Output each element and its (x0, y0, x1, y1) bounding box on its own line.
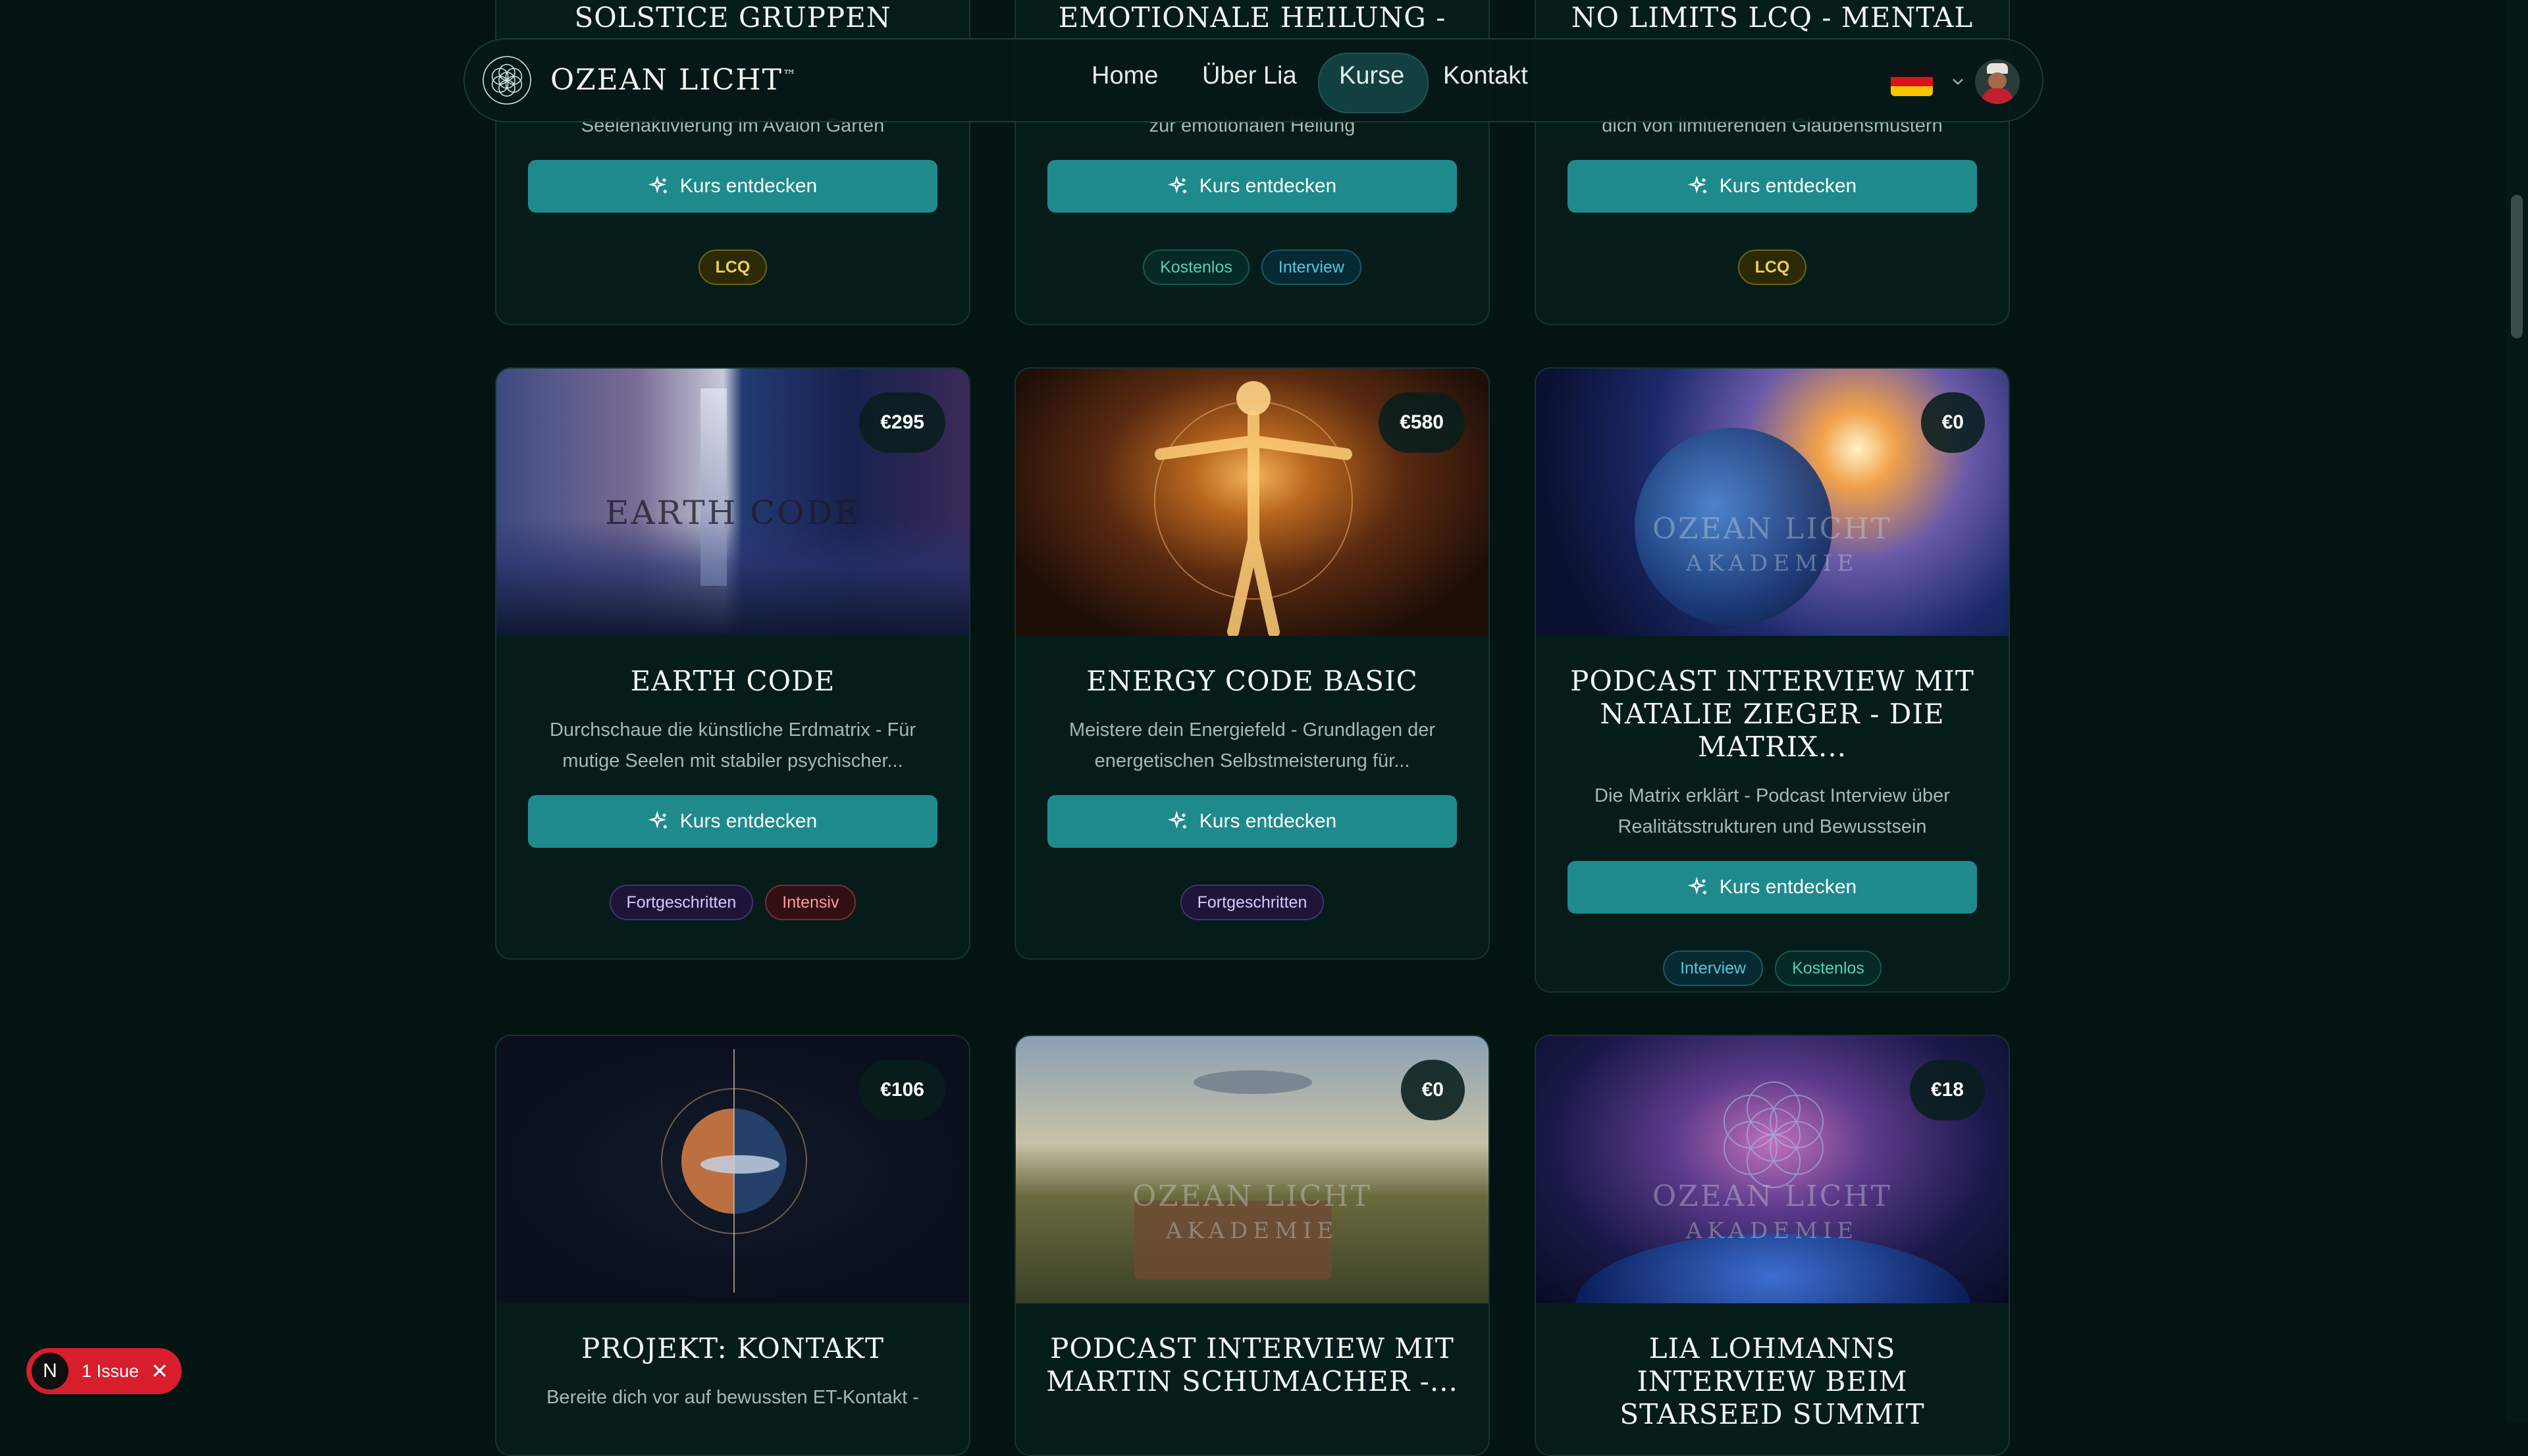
course-title: PROJEKT: KONTAKT (581, 1332, 885, 1365)
tag-list: Kostenlos Interview (1016, 249, 1488, 285)
course-title: PODCAST INTERVIEW MIT MARTIN SCHUMACHER … (1046, 1332, 1458, 1397)
course-description: Bereite dich vor auf bewussten ET-Kontak… (546, 1387, 919, 1408)
image-caption: AKADEMIE (1685, 550, 1859, 577)
course-image[interactable]: €580 (1016, 369, 1488, 636)
button-label: Kurs entdecken (679, 175, 818, 197)
tag-kostenlos: Kostenlos (1775, 950, 1882, 986)
course-description: Durchschaue die künstliche Erdmatrix - F… (549, 719, 916, 771)
chevron-down-icon[interactable] (1949, 72, 1967, 91)
course-card-podcast-martin-schumacher: OZEAN LICHT AKADEMIE €0 PODCAST INTERVIE… (1014, 1035, 1490, 1456)
close-icon[interactable]: ✕ (151, 1359, 169, 1384)
nav-link-kontakt[interactable]: Kontakt (1443, 62, 1528, 90)
sparkle-icon (1687, 877, 1706, 895)
course-title: SOLSTICE GRUPPEN (574, 1, 891, 34)
course-description: Meistere dein Energiefeld - Grundlagen d… (1068, 719, 1436, 771)
sparkle-icon (648, 176, 667, 194)
tag-intensiv: Intensiv (765, 885, 856, 920)
discover-course-button[interactable]: Kurs entdecken (1567, 861, 1977, 914)
scrollbar[interactable] (2506, 0, 2528, 1422)
price-badge: €0 (1920, 392, 1985, 453)
brand-name[interactable]: OZEAN LICHT™ (550, 63, 797, 97)
discover-course-button[interactable]: Kurs entdecken (528, 160, 937, 213)
course-title: NO LIMITS LCQ - MENTAL (1571, 1, 1974, 34)
tag-lcq: LCQ (698, 249, 768, 285)
sparkle-icon (1167, 811, 1186, 829)
button-label: Kurs entdecken (1719, 876, 1857, 898)
scrollbar-thumb[interactable] (2511, 195, 2523, 338)
image-caption: OZEAN LICHT (1652, 1180, 1892, 1213)
price-badge: €0 (1400, 1060, 1465, 1120)
image-caption: AKADEMIE (1685, 1218, 1859, 1244)
tag-interview: Interview (1261, 249, 1361, 285)
course-card-energy-code-basic: €580 ENERGY CODE BASIC Meistere dein Ene… (1014, 367, 1490, 960)
course-image[interactable]: OZEAN LICHT AKADEMIE €0 (1016, 1036, 1488, 1303)
nextjs-logo-icon: N (32, 1353, 68, 1390)
course-title: LIA LOHMANNS INTERVIEW BEIM STARSEED SUM… (1620, 1332, 1925, 1430)
tag-list: LCQ (1536, 249, 2009, 285)
discover-course-button[interactable]: Kurs entdecken (1567, 160, 1977, 213)
flower-of-life-logo-icon[interactable] (481, 54, 533, 107)
course-card-podcast-natalie-zieger: OZEAN LICHT AKADEMIE €0 PODCAST INTERVIE… (1535, 367, 2010, 993)
button-label: Kurs entdecken (1199, 810, 1337, 832)
page: SOLSTICE GRUPPEN Seelenaktivierung im Av… (0, 0, 2528, 1456)
image-caption: OZEAN LICHT (1652, 512, 1892, 546)
course-card-projekt-kontakt: €106 PROJEKT: KONTAKT Bereite dich vor a… (495, 1035, 970, 1456)
discover-course-button[interactable]: Kurs entdecken (528, 795, 937, 848)
button-label: Kurs entdecken (1719, 175, 1857, 197)
issue-badge[interactable]: N 1 Issue ✕ (26, 1348, 182, 1394)
tag-lcq: LCQ (1737, 249, 1807, 285)
tag-list: LCQ (496, 249, 969, 285)
discover-course-button[interactable]: Kurs entdecken (1047, 795, 1457, 848)
course-description: Die Matrix erklärt - Podcast Interview ü… (1594, 785, 1950, 837)
tag-interview: Interview (1663, 950, 1764, 986)
german-flag-icon[interactable] (1891, 67, 1933, 96)
tag-fortgeschritten: Fortgeschritten (609, 885, 754, 920)
nav-link-home[interactable]: Home (1092, 62, 1158, 90)
tag-kostenlos: Kostenlos (1143, 249, 1250, 285)
course-title: ENERGY CODE BASIC (1086, 665, 1418, 697)
course-image[interactable]: OZEAN LICHT AKADEMIE €18 (1536, 1036, 2009, 1303)
course-title: EARTH CODE (630, 665, 835, 697)
trademark: ™ (783, 66, 798, 83)
brand-name-text: OZEAN LICHT (550, 63, 783, 97)
price-badge: €580 (1379, 392, 1465, 453)
image-caption: AKADEMIE (1165, 1218, 1339, 1244)
button-label: Kurs entdecken (1199, 175, 1337, 197)
price-badge: €295 (859, 392, 945, 453)
tag-fortgeschritten: Fortgeschritten (1180, 885, 1325, 920)
sparkle-icon (1687, 176, 1706, 194)
course-card-lia-lohmanns-interview: OZEAN LICHT AKADEMIE €18 LIA LOHMANNS IN… (1535, 1035, 2010, 1456)
discover-course-button[interactable]: Kurs entdecken (1047, 160, 1457, 213)
sparkle-icon (648, 811, 667, 829)
course-image[interactable]: €106 (496, 1036, 969, 1303)
image-caption: EARTH CODE (604, 494, 861, 532)
main-navbar: OZEAN LICHT™ Home Über Lia Kurse Kontakt (463, 38, 2043, 122)
price-badge: €18 (1909, 1060, 1985, 1120)
course-title: EMOTIONALE HEILUNG - (1058, 1, 1446, 34)
tag-list: Interview Kostenlos (1536, 950, 2009, 986)
nav-link-kurse[interactable]: Kurse (1339, 62, 1404, 90)
course-card-earth-code: EARTH CODE €295 EARTH CODE Durchschaue d… (495, 367, 970, 960)
issue-count: 1 Issue (82, 1361, 140, 1381)
course-image[interactable]: EARTH CODE €295 (496, 369, 969, 636)
avatar[interactable] (1975, 59, 2020, 104)
tag-list: Fortgeschritten Intensiv (496, 885, 969, 920)
price-badge: €106 (859, 1060, 945, 1120)
nav-link-ueber-lia[interactable]: Über Lia (1202, 62, 1297, 90)
image-caption: OZEAN LICHT (1132, 1180, 1372, 1213)
button-label: Kurs entdecken (679, 810, 818, 832)
course-title: PODCAST INTERVIEW MIT NATALIE ZIEGER - D… (1570, 665, 1974, 763)
course-image[interactable]: OZEAN LICHT AKADEMIE €0 (1536, 369, 2009, 636)
sparkle-icon (1167, 176, 1186, 194)
tag-list: Fortgeschritten (1016, 885, 1488, 920)
